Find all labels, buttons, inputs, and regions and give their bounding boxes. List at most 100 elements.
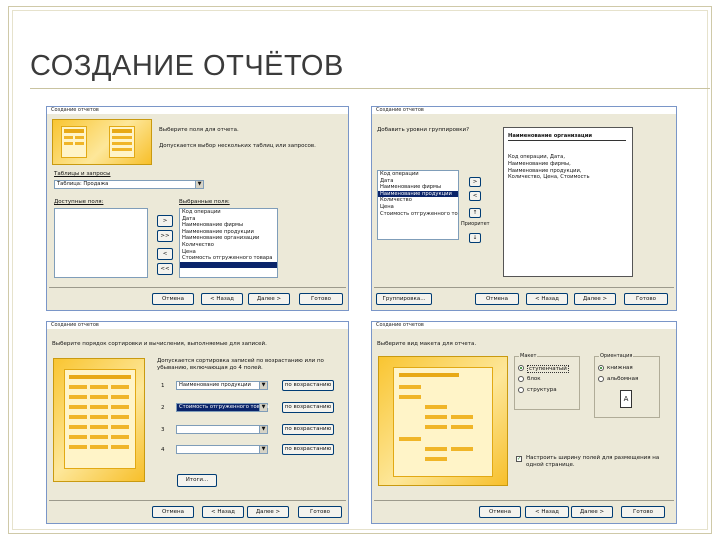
move-one-button[interactable]: > — [157, 215, 173, 227]
remove-all-button[interactable]: << — [157, 263, 173, 275]
priority-down-button[interactable]: ↓ — [469, 233, 481, 243]
summary-options-button[interactable]: Итоги... — [177, 474, 217, 487]
slide-title: СОЗДАНИЕ ОТЧЁТОВ — [30, 50, 344, 82]
list-item[interactable]: Наименование организации — [180, 235, 277, 242]
window-titlebar: Создание отчетов — [47, 322, 348, 329]
sort-field-value: Стоимость отгруженного товара — [179, 404, 270, 410]
orientation-portrait-radio[interactable] — [598, 365, 604, 371]
priority-up-button[interactable]: ↑ — [469, 208, 481, 218]
back-button[interactable]: < Назад — [525, 506, 569, 518]
list-item[interactable]: Дата — [180, 216, 277, 223]
grouping-fields-list[interactable]: Код операции Дата Наименование фирмы Наи… — [377, 170, 459, 240]
finish-button[interactable]: Готово — [621, 506, 665, 518]
cancel-button[interactable]: Отмена — [475, 293, 519, 305]
grouping-preview: Наименование организации Код операции, Д… — [503, 127, 633, 277]
back-button[interactable]: < Назад — [201, 293, 243, 305]
wizard-hint: Допускается сортировка записей по возрас… — [157, 358, 324, 371]
sort-field-combo[interactable]: Наименование продукции ▼ — [176, 381, 268, 390]
move-all-button[interactable]: >> — [157, 230, 173, 242]
tables-combo[interactable]: Таблица: Продажа ▼ — [54, 180, 204, 189]
available-fields-list[interactable] — [54, 208, 148, 278]
finish-button[interactable]: Готово — [298, 506, 342, 518]
chevron-down-icon[interactable]: ▼ — [259, 446, 267, 453]
wizard-hint: Допускается выбор нескольких таблиц или … — [159, 143, 316, 149]
list-item[interactable]: Код операции — [180, 209, 277, 216]
layout-preview-illustration — [378, 356, 508, 486]
window-titlebar: Создание отчетов — [372, 107, 676, 114]
wizard-illustration — [53, 358, 145, 482]
report-wizard-step4-window: Создание отчетов Выберите вид макета для… — [371, 321, 677, 524]
list-item[interactable]: Наименование фирмы — [180, 222, 277, 229]
next-button[interactable]: Далее > — [247, 506, 289, 518]
cancel-button[interactable]: Отмена — [152, 293, 194, 305]
preview-header-rule — [508, 140, 626, 141]
wizard-prompt: Выберите вид макета для отчета. — [377, 341, 477, 347]
fit-width-label: Настроить ширину полей для размещения на… — [526, 455, 660, 468]
window-titlebar: Создание отчетов — [47, 107, 348, 114]
next-button[interactable]: Далее > — [571, 506, 613, 518]
chevron-down-icon[interactable]: ▼ — [259, 426, 267, 433]
list-item[interactable]: Код операции — [378, 171, 458, 178]
remove-one-button[interactable]: < — [157, 248, 173, 260]
sort-order-button[interactable]: по возрастанию — [282, 444, 334, 455]
cancel-button[interactable]: Отмена — [152, 506, 194, 518]
grouping-options-button[interactable]: Группировка... — [376, 293, 432, 305]
list-item-selected[interactable]: Наименование продукции — [378, 190, 458, 198]
selected-fields-label: Выбранные поля: — [179, 199, 230, 205]
sort-order-button[interactable]: по возрастанию — [282, 380, 334, 391]
orientation-landscape-radio[interactable] — [598, 376, 604, 382]
sort-field-combo[interactable]: Стоимость отгруженного товара ▼ — [176, 403, 270, 412]
back-button[interactable]: < Назад — [526, 293, 568, 305]
cancel-button[interactable]: Отмена — [479, 506, 521, 518]
next-button[interactable]: Далее > — [248, 293, 290, 305]
add-level-button[interactable]: > — [469, 177, 481, 187]
selected-fields-list[interactable]: Код операции Дата Наименование фирмы Наи… — [179, 208, 278, 278]
layout-outline-radio[interactable] — [518, 387, 524, 393]
list-item[interactable]: Цена — [180, 249, 277, 256]
list-item[interactable]: Стоимость отгруженного товара — [180, 255, 277, 262]
list-item[interactable]: Количество — [180, 242, 277, 249]
sort-field-combo[interactable]: ▼ — [176, 445, 268, 454]
list-item-selected[interactable] — [180, 261, 277, 269]
list-item[interactable]: Наименование продукции — [180, 229, 277, 236]
layout-block-radio[interactable] — [518, 376, 524, 382]
finish-button[interactable]: Готово — [624, 293, 668, 305]
back-button[interactable]: < Назад — [202, 506, 244, 518]
title-divider — [30, 88, 710, 89]
chevron-down-icon[interactable]: ▼ — [259, 382, 267, 389]
sort-field-value: Наименование продукции — [179, 382, 251, 388]
orientation-option-label: альбомная — [607, 376, 639, 382]
list-item[interactable]: Дата — [378, 178, 458, 185]
chevron-down-icon[interactable]: ▼ — [259, 404, 267, 411]
available-fields-label: Доступные поля: — [54, 199, 104, 205]
next-button[interactable]: Далее > — [574, 293, 616, 305]
wizard-prompt: Добавить уровни группировки? — [377, 127, 470, 133]
preview-body: Код операции, Дата, Наименование фирмы, … — [508, 154, 590, 181]
preview-header: Наименование организации — [508, 133, 593, 139]
layout-option-label: структура — [527, 387, 557, 393]
sort-row-number: 2 — [161, 405, 165, 411]
report-wizard-step2-window: Создание отчетов Добавить уровни группир… — [371, 106, 677, 311]
layout-option-label: блок — [527, 376, 541, 382]
chevron-down-icon[interactable]: ▼ — [195, 181, 203, 188]
sort-order-button[interactable]: по возрастанию — [282, 402, 334, 413]
list-item[interactable]: Количество — [378, 197, 458, 204]
orientation-page-icon: A — [620, 390, 632, 408]
sort-order-button[interactable]: по возрастанию — [282, 424, 334, 435]
fit-width-checkbox[interactable]: ✓ — [516, 456, 522, 462]
orientation-option-label: книжная — [607, 365, 633, 371]
layout-option-label: ступенчатый — [527, 365, 569, 373]
list-item[interactable]: Стоимость отгруженного товара — [378, 211, 458, 218]
report-wizard-step1-window: Создание отчетов Выберите поля для отчет… — [46, 106, 349, 311]
remove-level-button[interactable]: < — [469, 191, 481, 201]
check-mark-icon: ✓ — [517, 456, 522, 462]
sort-row-number: 3 — [161, 427, 165, 433]
priority-label: Приоритет — [461, 221, 490, 227]
sort-field-combo[interactable]: ▼ — [176, 425, 268, 434]
orientation-group-label: Ориентация — [599, 353, 634, 359]
layout-stepped-radio[interactable] — [518, 365, 524, 371]
button-separator — [374, 500, 674, 501]
list-item[interactable]: Наименование фирмы — [378, 184, 458, 191]
finish-button[interactable]: Готово — [299, 293, 343, 305]
list-item[interactable]: Цена — [378, 204, 458, 211]
